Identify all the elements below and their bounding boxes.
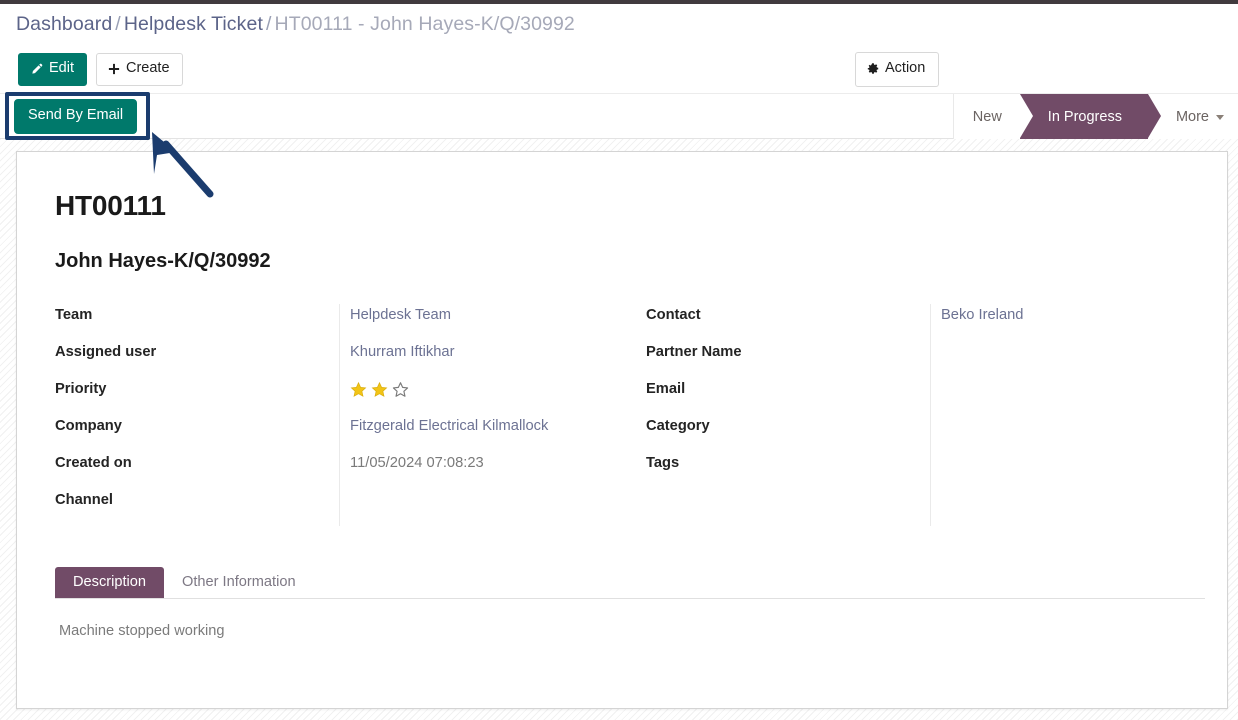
status-stage-label: In Progress — [1047, 108, 1122, 125]
tab-label: Other Information — [182, 574, 296, 590]
breadcrumb-item-dashboard[interactable]: Dashboard — [16, 13, 112, 35]
field-value-tags[interactable] — [941, 452, 1205, 489]
field-group-left: Team Assigned user Priority Company Crea… — [39, 304, 622, 526]
statusbar-row: Send By Email New In Progress More — [0, 93, 1238, 139]
star-empty-icon[interactable] — [392, 381, 409, 398]
tab-description[interactable]: Description — [55, 567, 164, 598]
record-subtitle: John Hayes-K/Q/30992 — [55, 250, 271, 272]
action-button-wrap: Action — [855, 52, 940, 87]
star-filled-icon[interactable] — [371, 381, 388, 398]
field-label-priority: Priority — [55, 381, 107, 397]
field-label-company: Company — [55, 418, 122, 434]
notebook: Description Other Information Machine st… — [39, 567, 1205, 639]
star-filled-icon[interactable] — [350, 381, 367, 398]
status-pipeline: New In Progress More — [952, 94, 1238, 139]
priority-stars[interactable] — [350, 378, 622, 400]
create-button[interactable]: Create — [96, 53, 183, 86]
field-value-company[interactable]: Fitzgerald Electrical Kilmallock — [350, 415, 622, 452]
field-groups: Team Assigned user Priority Company Crea… — [39, 304, 1205, 526]
form-sheet: HT00111 John Hayes-K/Q/30992 Team Assign… — [16, 151, 1228, 709]
status-stage-label: More — [1175, 108, 1209, 125]
field-value-partner-name[interactable] — [941, 341, 1205, 378]
edit-button-label: Edit — [49, 60, 74, 77]
field-label-email: Email — [645, 381, 686, 397]
status-stage-in-progress[interactable]: In Progress — [1019, 94, 1162, 139]
breadcrumb-separator: / — [265, 13, 272, 36]
field-value-priority — [350, 378, 622, 415]
statusbar-buttons: Send By Email — [14, 99, 138, 134]
breadcrumb-item-helpdesk-ticket[interactable]: Helpdesk Ticket — [124, 13, 263, 35]
field-label-assigned-user: Assigned user — [55, 344, 157, 360]
field-value-assigned-user[interactable]: Khurram Iftikhar — [350, 341, 622, 378]
field-value-created-on: 11/05/2024 07:08:23 — [350, 455, 484, 471]
gear-icon — [867, 63, 879, 75]
description-text: Machine stopped working — [59, 623, 225, 639]
field-label-partner-name: Partner Name — [645, 344, 742, 360]
breadcrumb: Dashboard / Helpdesk Ticket / HT00111 - John… — [16, 13, 575, 36]
field-label-team: Team — [55, 307, 93, 323]
field-labels-left: Team Assigned user Priority Company Crea… — [39, 304, 339, 526]
field-label-created-on: Created on — [55, 455, 132, 471]
chevron-down-icon — [1216, 115, 1224, 120]
tab-label: Description — [73, 574, 146, 590]
field-label-tags: Tags — [645, 455, 680, 471]
field-values-left: Helpdesk Team Khurram Iftikhar Fitzgeral… — [339, 304, 622, 526]
field-value-team[interactable]: Helpdesk Team — [350, 304, 622, 341]
status-stage-more[interactable]: More — [1147, 94, 1238, 139]
send-by-email-label: Send By Email — [28, 107, 124, 123]
status-stage-new[interactable]: New — [953, 94, 1020, 139]
field-label-contact: Contact — [645, 307, 701, 323]
status-stage-label: New — [972, 108, 1002, 125]
notebook-tabs: Description Other Information — [55, 567, 1205, 599]
field-value-contact[interactable]: Beko Ireland — [941, 304, 1205, 341]
control-panel-row: Edit Create — [0, 46, 1238, 93]
create-button-label: Create — [126, 60, 170, 77]
tab-other-information[interactable]: Other Information — [164, 567, 314, 598]
edit-button[interactable]: Edit — [18, 53, 87, 86]
field-value-email[interactable] — [941, 378, 1205, 415]
breadcrumb-separator: / — [115, 13, 121, 36]
field-value-channel[interactable] — [350, 489, 622, 526]
field-label-channel: Channel — [55, 492, 113, 508]
field-labels-right: Contact Partner Name Email Category Tags — [630, 304, 930, 526]
field-group-right: Contact Partner Name Email Category Tags… — [622, 304, 1205, 526]
description-content[interactable]: Machine stopped working — [55, 599, 1205, 639]
pencil-icon — [30, 63, 43, 76]
page-title: HT00111 — [55, 190, 166, 221]
action-button-label: Action — [885, 60, 926, 76]
send-by-email-button[interactable]: Send By Email — [14, 99, 138, 134]
action-button[interactable]: Action — [855, 52, 940, 87]
breadcrumb-item-current: HT00111 - John Hayes-K/Q/30992 — [274, 13, 575, 36]
plus-icon — [108, 63, 120, 75]
field-value-category[interactable] — [941, 415, 1205, 452]
field-values-right: Beko Ireland — [929, 304, 1205, 526]
breadcrumb-row: Dashboard / Helpdesk Ticket / HT00111 - John… — [0, 4, 1238, 46]
field-label-category: Category — [645, 418, 710, 434]
